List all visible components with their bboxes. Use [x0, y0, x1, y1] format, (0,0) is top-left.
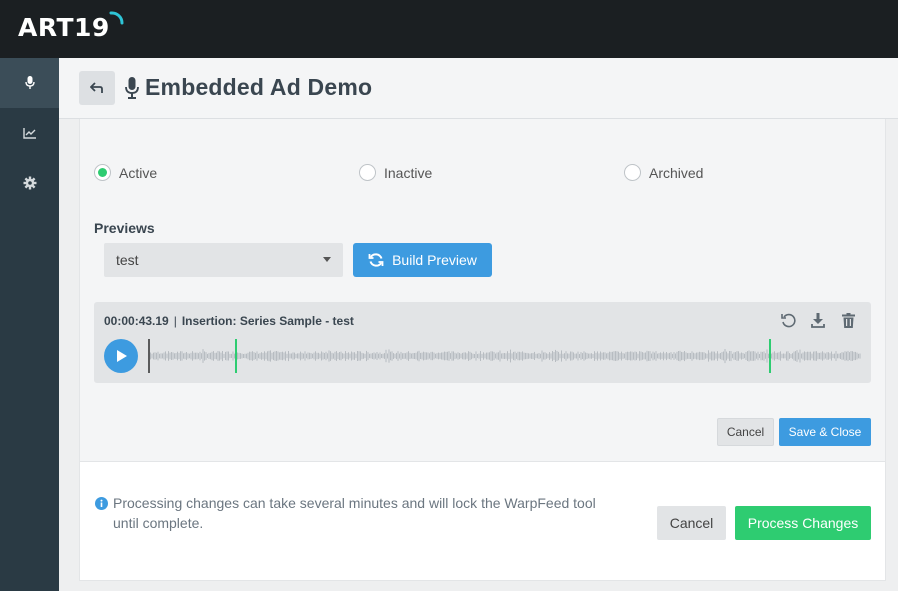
radio-label: Archived	[649, 164, 704, 181]
status-radio-inactive[interactable]: Inactive	[359, 164, 432, 181]
undo-button[interactable]	[773, 310, 803, 330]
art19-logo[interactable]: ART19	[18, 11, 124, 43]
player-tools	[773, 310, 863, 330]
cancel-edit-button[interactable]: Cancel	[717, 418, 774, 446]
preview-select-value: test	[116, 252, 139, 268]
sidebar-item-settings[interactable]	[0, 158, 59, 208]
cancel-button[interactable]: Cancel	[657, 506, 726, 540]
microphone-icon	[125, 76, 139, 99]
radio-circle[interactable]	[94, 164, 111, 181]
processing-notice: Processing changes can take several minu…	[113, 495, 596, 531]
sidebar	[0, 58, 59, 591]
previews-label: Previews	[94, 220, 155, 236]
delete-button[interactable]	[833, 310, 863, 330]
playback-timestamp: 00:00:43.19	[104, 314, 169, 328]
build-preview-label: Build Preview	[392, 252, 477, 268]
back-arrow-icon	[90, 82, 103, 93]
sidebar-item-analytics[interactable]	[0, 108, 59, 158]
audio-player: 00:00:43.19 | Insertion: Series Sample - t…	[94, 302, 871, 383]
sidebar-item-podcasts[interactable]	[0, 58, 59, 108]
radio-circle[interactable]	[624, 164, 641, 181]
microphone-icon	[24, 76, 35, 89]
info-icon	[95, 497, 108, 510]
top-bar: ART19	[0, 0, 898, 58]
waveform-bars	[150, 349, 861, 364]
player-info: 00:00:43.19 | Insertion: Series Sample - t…	[104, 314, 354, 328]
play-button[interactable]	[104, 339, 138, 373]
play-icon	[117, 350, 127, 362]
radio-circle[interactable]	[359, 164, 376, 181]
radio-selected-dot	[98, 168, 107, 177]
save-close-button[interactable]: Save & Close	[779, 418, 871, 446]
gear-icon	[23, 176, 36, 190]
build-preview-button[interactable]: Build Preview	[353, 243, 492, 277]
logo-arc-icon	[109, 11, 124, 25]
info-separator: |	[173, 314, 177, 328]
radio-label: Active	[119, 164, 158, 181]
line-chart-icon	[22, 128, 36, 139]
footer-panel: Processing changes can take several minu…	[79, 461, 886, 581]
radio-label: Inactive	[384, 164, 433, 181]
preview-select[interactable]: test	[104, 243, 343, 277]
undo-icon	[780, 313, 796, 327]
audio-waveform[interactable]	[148, 337, 861, 375]
back-button[interactable]	[79, 71, 115, 105]
download-icon	[811, 312, 825, 328]
insertion-label: Insertion: Series Sample - test	[181, 314, 354, 328]
logo-text: ART19	[18, 13, 110, 42]
status-radio-active[interactable]: Active	[94, 164, 157, 181]
trash-icon	[841, 312, 855, 328]
download-button[interactable]	[803, 310, 833, 330]
page-header: Embedded Ad Demo	[59, 58, 898, 119]
page-title: Embedded Ad Demo	[145, 74, 373, 100]
process-changes-button[interactable]: Process Changes	[735, 506, 871, 540]
status-radio-archived[interactable]: Archived	[624, 164, 703, 181]
chevron-down-icon	[323, 257, 331, 262]
page-title-group: Embedded Ad Demo	[125, 74, 372, 101]
refresh-icon	[368, 253, 384, 267]
edit-panel	[79, 119, 886, 461]
